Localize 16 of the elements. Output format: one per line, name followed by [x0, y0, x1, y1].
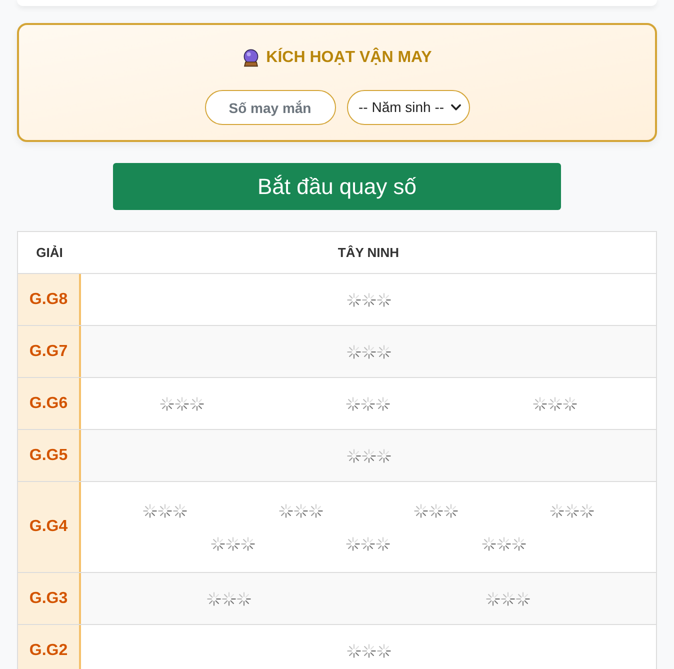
column-header: GIẢI [36, 244, 63, 262]
prize-label: G.G2 [29, 640, 68, 660]
column-header: TÂY NINH [338, 244, 400, 262]
prize-label: G.G8 [29, 290, 68, 310]
prize-label: G.G4 [29, 517, 68, 537]
prize-label: G.G5 [29, 446, 68, 466]
lucky-panel-title: KÍCH HOẠT VẬN MAY [266, 48, 432, 68]
prize-label: G.G6 [29, 394, 68, 414]
lucky-number-field[interactable]: Số may mắn [204, 90, 336, 125]
select-value: -- Năm sinh -- [358, 98, 444, 117]
prize-label: G.G7 [29, 342, 68, 362]
birth-year-select[interactable]: -- Năm sinh -- [346, 90, 470, 125]
crystal-ball-icon [242, 49, 260, 67]
chevron-down-icon [450, 104, 460, 111]
prize-label: G.G3 [29, 588, 68, 608]
start-button[interactable]: Bắt đầu quay số [113, 163, 561, 210]
